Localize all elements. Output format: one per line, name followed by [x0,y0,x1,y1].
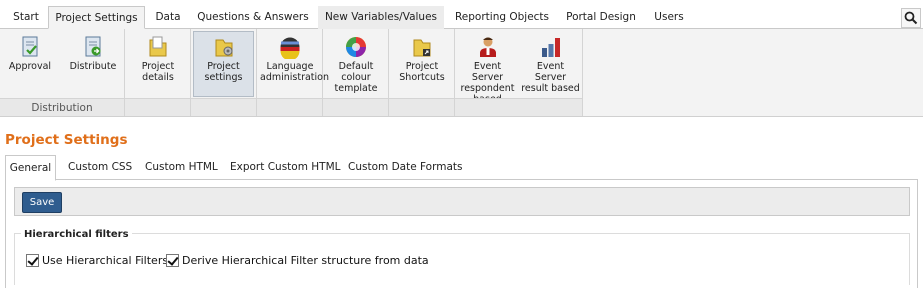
search-icon [904,11,918,25]
project-settings-label: Project settings [204,61,243,83]
ribbon-group-colour: Default colour template [323,29,389,116]
folder-settings-icon [212,35,236,59]
ribbon-group-project-details: Project details [125,29,191,116]
tab-general[interactable]: General [5,155,56,181]
ribbon-group-event-server: Event Server respondent based Event Serv… [455,29,583,116]
tab-custom-date-formats[interactable]: Custom Date Formats [348,155,462,180]
settings-tabs: General Custom CSS Custom HTML Export Cu… [5,155,918,181]
bar-chart-icon [539,35,563,59]
distribute-label: Distribute [69,61,117,72]
project-details-label: Project details [141,61,175,83]
settings-toolbar: Save [14,187,910,216]
ribbon-group-project-settings: Project settings [191,29,257,116]
derive-hierarchical-filter-checkbox[interactable] [166,254,179,267]
event-server-result-button[interactable]: Event Server result based [519,32,582,94]
derive-hierarchical-filter-option[interactable]: Derive Hierarchical Filter structure fro… [166,254,429,267]
menu-tab-questions-answers[interactable]: Questions & Answers [192,6,314,29]
folder-icon [146,35,170,59]
derive-hierarchical-filter-label: Derive Hierarchical Filter structure fro… [182,254,429,267]
language-administration-button[interactable]: Language administration [258,32,330,83]
globe-flag-icon [278,35,302,61]
event-server-respondent-button[interactable]: Event Server respondent based [456,32,519,105]
event-server-result-label: Event Server result based [521,61,580,94]
menu-tab-start[interactable]: Start [6,6,46,29]
general-settings-panel: Save Hierarchical filters Use Hierarchic… [5,180,918,288]
project-settings-button[interactable]: Project settings [193,31,254,97]
ribbon-group-footer [323,98,388,116]
ribbon-group-language: Language administration [257,29,330,116]
tab-custom-css[interactable]: Custom CSS [68,155,132,180]
main-menu-bar: Start Project Settings Data Questions & … [0,0,923,29]
use-hierarchical-filters-option[interactable]: Use Hierarchical Filters [26,254,168,267]
approval-icon [18,35,42,59]
ribbon-group-distribution: Approval Distribute Distribution [0,29,125,116]
menu-tab-portal-design[interactable]: Portal Design [560,6,642,29]
ribbon-toolbar: Approval Distribute Distribution Project… [0,29,923,117]
ribbon-group-footer [455,98,582,116]
search-button[interactable] [901,8,921,28]
tab-export-custom-html[interactable]: Export Custom HTML [230,155,341,180]
ribbon-group-footer [191,98,256,116]
project-shortcuts-button[interactable]: Project Shortcuts [393,32,451,83]
person-icon [476,35,500,59]
use-hierarchical-filters-checkbox[interactable] [26,254,39,267]
ribbon-group-footer [389,98,454,116]
default-colour-template-button[interactable]: Default colour template [327,32,385,94]
menu-tab-users[interactable]: Users [647,6,691,29]
approval-label: Approval [8,61,52,72]
default-colour-template-label: Default colour template [334,61,378,94]
language-administration-label: Language administration [260,61,330,83]
page-title: Project Settings [5,132,128,148]
ribbon-group-footer [257,98,322,116]
use-hierarchical-filters-label: Use Hierarchical Filters [42,254,169,267]
menu-tab-new-variables-values[interactable]: New Variables/Values [318,6,444,29]
hierarchical-filters-legend: Hierarchical filters [21,229,132,240]
project-shortcuts-label: Project Shortcuts [399,61,445,83]
ribbon-group-shortcuts: Project Shortcuts [389,29,455,116]
save-button[interactable]: Save [22,192,62,213]
tab-custom-html[interactable]: Custom HTML [145,155,218,180]
menu-tab-reporting-objects[interactable]: Reporting Objects [449,6,555,29]
distribute-icon [81,35,105,59]
folder-shortcut-icon [410,35,434,59]
menu-tab-data[interactable]: Data [149,6,187,29]
project-details-button[interactable]: Project details [131,32,185,83]
color-wheel-icon [344,35,368,59]
approval-button[interactable]: Approval [4,32,56,72]
ribbon-group-distribution-label: Distribution [0,98,124,116]
distribute-button[interactable]: Distribute [66,32,120,72]
ribbon-group-footer [125,98,190,116]
hierarchical-filters-section: Hierarchical filters Use Hierarchical Fi… [14,229,910,285]
menu-tab-project-settings[interactable]: Project Settings [48,6,145,29]
